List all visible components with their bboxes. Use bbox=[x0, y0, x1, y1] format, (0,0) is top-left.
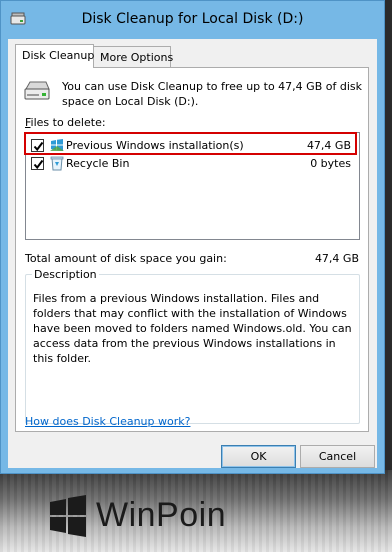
description-legend: Description bbox=[32, 268, 99, 281]
list-item-previous-windows[interactable]: Previous Windows installation(s) 47,4 GB bbox=[24, 132, 359, 155]
checkbox-recycle-bin[interactable] bbox=[31, 157, 44, 170]
files-to-delete-list[interactable]: Previous Windows installation(s) 47,4 GB… bbox=[24, 132, 360, 240]
file-name: Previous Windows installation(s) bbox=[66, 139, 244, 152]
winpoin-watermark: WinPoin bbox=[38, 490, 248, 542]
checkbox-previous-windows[interactable] bbox=[31, 139, 44, 152]
disk-cleanup-dialog: Disk Cleanup for Local Disk (D:) Disk Cl… bbox=[0, 0, 385, 474]
ok-button[interactable]: OK bbox=[221, 445, 296, 468]
intro-text: You can use Disk Cleanup to free up to 4… bbox=[62, 80, 362, 108]
file-size: 0 bytes bbox=[310, 157, 351, 170]
file-name: Recycle Bin bbox=[66, 157, 130, 170]
description-text: Files from a previous Windows installati… bbox=[33, 292, 352, 365]
title-bar[interactable]: Disk Cleanup for Local Disk (D:) bbox=[1, 1, 384, 39]
files-label-rest: iles to delete: bbox=[30, 116, 106, 129]
disk-cleanup-panel: You can use Disk Cleanup to free up to 4… bbox=[15, 67, 369, 432]
windows-installation-icon bbox=[50, 139, 64, 151]
description-group: Description Files from a previous Window… bbox=[25, 268, 360, 424]
window-title: Disk Cleanup for Local Disk (D:) bbox=[81, 11, 304, 27]
help-link[interactable]: How does Disk Cleanup work? bbox=[25, 415, 190, 428]
total-space-label: Total amount of disk space you gain: bbox=[25, 252, 227, 265]
files-to-delete-label: Files to delete: bbox=[25, 116, 106, 129]
list-item-recycle-bin[interactable]: Recycle Bin 0 bytes bbox=[26, 154, 359, 172]
tab-disk-cleanup[interactable]: Disk Cleanup bbox=[15, 44, 94, 68]
windows-logo-icon bbox=[50, 495, 86, 537]
checkmark-icon bbox=[33, 141, 44, 152]
cancel-button[interactable]: Cancel bbox=[300, 445, 375, 468]
file-size: 47,4 GB bbox=[306, 139, 351, 152]
hard-drive-icon bbox=[24, 81, 50, 100]
tab-more-options[interactable]: More Options bbox=[94, 46, 173, 68]
total-space-value: 47,4 GB bbox=[314, 252, 359, 265]
dialog-body: Disk Cleanup More Options You can use Di… bbox=[8, 39, 377, 468]
checkmark-icon bbox=[33, 159, 44, 170]
recycle-bin-icon bbox=[50, 156, 64, 171]
watermark-text: WinPoin bbox=[96, 496, 227, 534]
